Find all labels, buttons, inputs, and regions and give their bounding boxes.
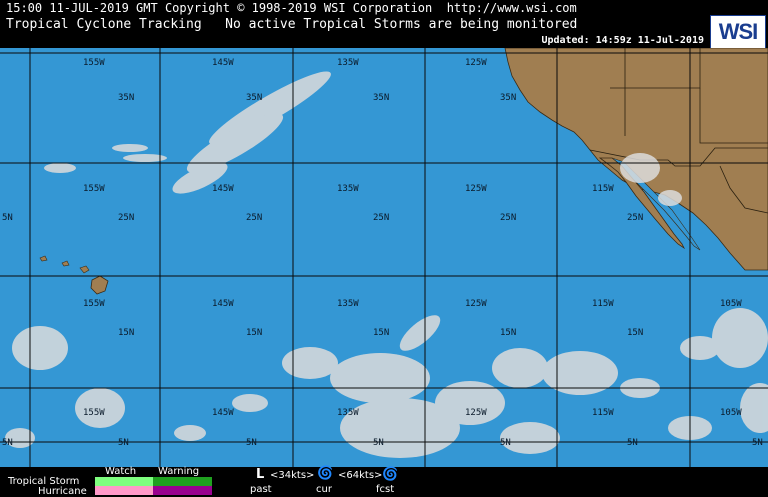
lat-label: 35N (246, 93, 262, 103)
hu-warning-swatch (153, 486, 212, 495)
lat-label: 35N (373, 93, 389, 103)
lat-label: 25N (118, 213, 134, 223)
lon-label: 135W (337, 408, 359, 418)
legend-cur-label: cur (316, 484, 332, 495)
ts-watch-swatch (95, 477, 153, 486)
lat-label: 5N (373, 438, 384, 448)
legend-fcst-label: fcst (376, 484, 395, 495)
lat-label: 15N (373, 328, 389, 338)
hu-speed-label: <64kts> (338, 470, 383, 481)
satellite-map: 155W 145W 135W 125W 35N 35N 35N 35N 155W… (0, 48, 768, 467)
header-bar: 15:00 11-JUL-2019 GMT Copyright © 1998-2… (0, 0, 768, 49)
lon-label: 145W (212, 58, 234, 68)
lon-label: 105W (720, 299, 742, 309)
lat-label: 5N (500, 438, 511, 448)
lat-label: 5N (2, 438, 13, 448)
lat-label: 15N (246, 328, 262, 338)
wsi-logo: WSI (710, 15, 766, 49)
logo-text: WSI (718, 19, 759, 44)
lon-label: 155W (83, 299, 105, 309)
lon-label: 155W (83, 58, 105, 68)
lon-label: 135W (337, 58, 359, 68)
status-line: Tropical Cyclone Tracking No active Trop… (6, 17, 578, 32)
lon-label: 125W (465, 184, 487, 194)
lat-label: 5N (2, 213, 13, 223)
lon-label: 125W (465, 408, 487, 418)
lon-label: 125W (465, 299, 487, 309)
ts-warning-swatch (153, 477, 212, 486)
legend-warning-label: Warning (158, 466, 200, 477)
lat-label: 15N (118, 328, 134, 338)
ts-speed-label: <34kts> (270, 470, 315, 481)
lat-label: 25N (373, 213, 389, 223)
lat-label: 25N (500, 213, 516, 223)
lon-label: 135W (337, 184, 359, 194)
copyright-line: 15:00 11-JUL-2019 GMT Copyright © 1998-2… (6, 1, 577, 15)
lat-label: 5N (752, 438, 763, 448)
lon-label: 125W (465, 58, 487, 68)
current-hurricane-icon: 🌀 (317, 466, 334, 481)
lon-label: 115W (592, 184, 614, 194)
lon-label: 145W (212, 299, 234, 309)
lat-label: 25N (627, 213, 643, 223)
lat-label: 35N (500, 93, 516, 103)
lat-label: 15N (627, 328, 643, 338)
lon-label: 115W (592, 299, 614, 309)
legend-hurricane-label: Hurricane (38, 486, 87, 497)
lon-label: 155W (83, 184, 105, 194)
lat-label: 25N (246, 213, 262, 223)
lat-label: 5N (627, 438, 638, 448)
lon-label: 145W (212, 184, 234, 194)
lon-label: 115W (592, 408, 614, 418)
lat-label: 15N (500, 328, 516, 338)
lon-label: 105W (720, 408, 742, 418)
hu-watch-swatch (95, 486, 153, 495)
lat-label: 35N (118, 93, 134, 103)
legend-watch-label: Watch (105, 466, 137, 477)
legend-past-label: past (250, 484, 272, 495)
lat-label: 5N (118, 438, 129, 448)
forecast-hurricane-icon: 🌀 (382, 467, 399, 482)
legend-bar: Watch Warning Tropical Storm Hurricane L… (0, 466, 768, 497)
lon-label: 145W (212, 408, 234, 418)
past-position-icon: L (256, 467, 265, 482)
lat-label: 5N (246, 438, 257, 448)
lon-label: 135W (337, 299, 359, 309)
lon-label: 155W (83, 408, 105, 418)
updated-timestamp: Updated: 14:59z 11-Jul-2019 (541, 35, 704, 46)
